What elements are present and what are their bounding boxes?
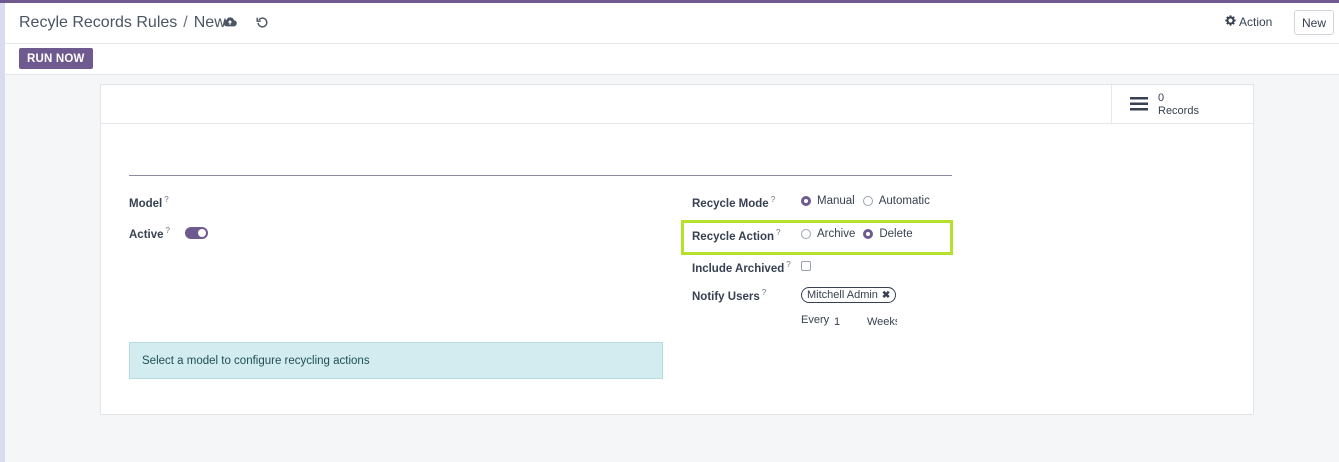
alert-text: Select a model to configure recycling ac… bbox=[142, 354, 370, 367]
help-tooltip-icon[interactable]: ? bbox=[762, 288, 766, 297]
help-tooltip-icon[interactable]: ? bbox=[786, 260, 790, 269]
notify-users-label: Notify Users? bbox=[692, 288, 767, 303]
close-icon[interactable]: ✖ bbox=[882, 290, 890, 301]
action-menu-button[interactable]: Action bbox=[1225, 15, 1272, 29]
recycle-mode-label: Recycle Mode? bbox=[692, 195, 776, 210]
cloud-upload-icon[interactable] bbox=[223, 15, 239, 31]
breadcrumb-current: New bbox=[193, 14, 226, 31]
status-bar: RUN NOW bbox=[5, 44, 1339, 75]
button-box: 0 Records bbox=[101, 85, 1253, 124]
radio-checked-icon[interactable] bbox=[801, 196, 811, 206]
interval-input[interactable]: 1 bbox=[834, 316, 840, 328]
records-stat: 0 Records bbox=[1158, 92, 1199, 118]
gear-icon bbox=[1225, 15, 1236, 29]
records-label: Records bbox=[1158, 105, 1199, 117]
list-icon bbox=[1130, 97, 1148, 116]
breadcrumb-root[interactable]: Recyle Records Rules bbox=[19, 14, 177, 31]
records-count: 0 bbox=[1158, 92, 1165, 104]
info-alert: Select a model to configure recycling ac… bbox=[129, 342, 663, 379]
new-button[interactable]: New bbox=[1294, 10, 1334, 35]
records-stat-button[interactable]: 0 Records bbox=[1111, 85, 1254, 123]
recycle-mode-automatic[interactable]: Automatic bbox=[862, 195, 930, 207]
include-archived-checkbox[interactable] bbox=[801, 261, 811, 271]
name-field-underline[interactable] bbox=[129, 175, 952, 176]
include-archived-label: Include Archived? bbox=[692, 260, 791, 275]
active-toggle[interactable] bbox=[185, 227, 208, 239]
model-label: Model? bbox=[129, 195, 169, 210]
active-label: Active? bbox=[129, 226, 170, 241]
radio-unchecked-icon[interactable] bbox=[862, 196, 873, 206]
action-label: Action bbox=[1239, 15, 1273, 29]
help-tooltip-icon[interactable]: ? bbox=[164, 195, 168, 204]
discard-undo-icon[interactable] bbox=[255, 15, 271, 31]
breadcrumb: Recyle Records Rules / New bbox=[19, 14, 226, 32]
highlight-box bbox=[681, 220, 953, 255]
recycle-mode-manual[interactable]: Manual bbox=[801, 195, 855, 207]
tag-label: Mitchell Admin bbox=[807, 289, 878, 301]
help-tooltip-icon[interactable]: ? bbox=[166, 226, 170, 235]
breadcrumb-separator: / bbox=[183, 14, 188, 31]
notify-user-tag[interactable]: Mitchell Admin ✖ bbox=[801, 287, 897, 303]
control-panel-header: Recyle Records Rules / New Action New bbox=[5, 3, 1339, 44]
recycle-mode-radio-group: Manual Automatic bbox=[801, 195, 938, 207]
form-sheet: 0 Records Model? Active? Recycle Mode? M… bbox=[100, 84, 1254, 415]
every-label: Every bbox=[801, 314, 830, 326]
interval-unit-select[interactable]: Weeks bbox=[867, 316, 897, 328]
help-tooltip-icon[interactable]: ? bbox=[771, 195, 775, 204]
run-now-button[interactable]: RUN NOW bbox=[19, 48, 93, 69]
